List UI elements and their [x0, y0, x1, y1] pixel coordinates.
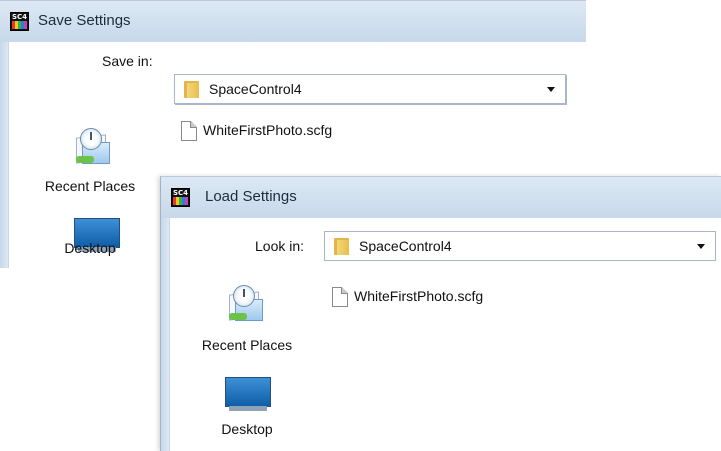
place-label: Desktop: [221, 421, 273, 437]
folder-icon: [334, 238, 349, 255]
file-name: WhiteFirstPhoto.scfg: [354, 288, 484, 304]
save-in-value: SpaceControl4: [209, 81, 302, 97]
look-in-value: SpaceControl4: [359, 238, 452, 254]
load-settings-dialog: SC4 Load Settings Look in: SpaceControl4…: [160, 176, 721, 451]
file-icon: [332, 287, 348, 307]
folder-icon: [184, 81, 199, 98]
place-recent-places[interactable]: Recent Places: [30, 122, 150, 202]
file-item[interactable]: WhiteFirstPhoto.scfg: [332, 287, 532, 309]
dropdown-arrow-icon[interactable]: [547, 87, 555, 92]
look-in-location-select[interactable]: SpaceControl4: [324, 231, 716, 261]
place-label: Recent Places: [201, 337, 293, 353]
save-in-location-select[interactable]: SpaceControl4: [174, 74, 566, 104]
recent-places-icon: [223, 285, 265, 323]
place-desktop[interactable]: Desktop: [187, 375, 307, 445]
look-in-label: Look in:: [255, 238, 305, 254]
recent-places-icon: [70, 128, 112, 166]
place-desktop[interactable]: Desktop: [30, 214, 150, 268]
save-dialog-titlebar[interactable]: SC4 Save Settings: [0, 1, 586, 43]
place-label: Desktop: [64, 240, 116, 256]
app-icon: SC4: [171, 188, 190, 207]
desktop-icon: [225, 377, 271, 411]
window-frame: [161, 218, 169, 451]
window-frame: [0, 42, 8, 268]
save-in-label: Save in:: [102, 53, 153, 69]
file-name: WhiteFirstPhoto.scfg: [203, 122, 333, 138]
place-recent-places[interactable]: Recent Places: [187, 283, 307, 361]
place-label: Recent Places: [44, 178, 136, 194]
load-dialog-title: Load Settings: [205, 188, 297, 205]
file-item[interactable]: WhiteFirstPhoto.scfg: [181, 121, 381, 143]
dropdown-arrow-icon[interactable]: [697, 244, 705, 249]
file-icon: [181, 121, 197, 141]
save-dialog-title: Save Settings: [38, 12, 131, 29]
app-icon: SC4: [10, 12, 29, 31]
load-dialog-titlebar[interactable]: SC4 Load Settings: [161, 177, 721, 219]
